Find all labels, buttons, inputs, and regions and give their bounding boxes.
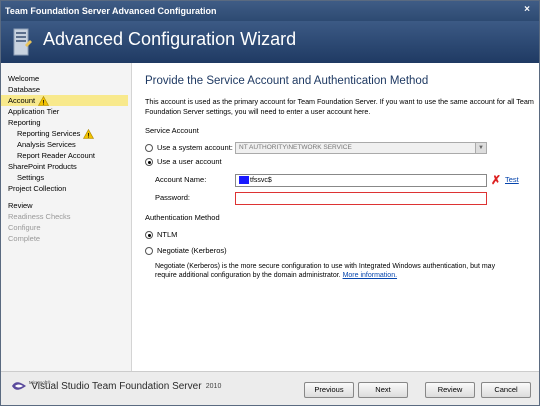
nav-item-label: Analysis Services xyxy=(17,140,76,149)
chevron-down-icon[interactable]: ▼ xyxy=(475,143,486,153)
nav-item-configure: Configure xyxy=(1,222,131,233)
kerberos-note-text: Negotiate (Kerberos) is the more secure … xyxy=(155,263,496,279)
nav-item-reporting-services[interactable]: Reporting Services! xyxy=(1,128,131,139)
more-information-link[interactable]: More information. xyxy=(343,272,397,279)
nav-item-sharepoint-products[interactable]: SharePoint Products xyxy=(1,161,131,172)
nav-item-review[interactable]: Review xyxy=(1,200,131,211)
nav-item-label: Account xyxy=(8,96,36,105)
nav-item-label: Complete xyxy=(8,234,41,243)
wizard-title: Advanced Configuration Wizard xyxy=(43,29,297,49)
ntlm-label: NTLM xyxy=(157,230,178,239)
nav-item-application-tier[interactable]: Application Tier xyxy=(1,106,131,117)
warning-icon: ! xyxy=(38,96,50,106)
password-field[interactable] xyxy=(235,192,487,205)
account-name-field[interactable]: tfssvc$ xyxy=(235,174,487,187)
account-name-row: Account Name: tfssvc$ ✗ Test xyxy=(145,173,527,187)
system-account-row: Use a system account: NT AUTHORITY\NETWO… xyxy=(145,141,527,155)
nav-item-reporting[interactable]: Reporting xyxy=(1,117,131,128)
system-account-value: NT AUTHORITY\NETWORK SERVICE xyxy=(239,144,352,151)
window-title: Team Foundation Server Advanced Configur… xyxy=(5,6,217,16)
warning-icon: ! xyxy=(83,129,95,139)
nav-item-database[interactable]: Database xyxy=(1,84,131,95)
wizard-window: Team Foundation Server Advanced Configur… xyxy=(0,0,540,406)
account-name-label: Account Name: xyxy=(155,175,207,184)
nav-item-label: Application Tier xyxy=(8,107,60,116)
password-label: Password: xyxy=(155,193,191,202)
nav-item-label: Settings xyxy=(17,173,45,182)
page-heading: Provide the Service Account and Authenti… xyxy=(145,75,429,87)
test-link[interactable]: Test xyxy=(505,173,519,187)
visual-studio-icon xyxy=(12,382,26,390)
logo-microsoft-text: Microsoft® xyxy=(29,380,51,385)
wizard-footer: Microsoft® Visual Studio Team Foundation… xyxy=(1,371,539,405)
nav-item-label: SharePoint Products xyxy=(8,162,77,171)
system-account-select[interactable]: NT AUTHORITY\NETWORK SERVICE ▼ xyxy=(235,142,487,154)
kerberos-row: Negotiate (Kerberos) xyxy=(145,244,527,258)
user-account-label: Use a user account xyxy=(157,157,222,166)
logo-product-text: Visual Studio Team Foundation Server xyxy=(31,380,202,392)
nav-item-label: Project Collection xyxy=(8,184,67,193)
system-account-radio[interactable] xyxy=(145,144,153,153)
nav-item-label: Welcome xyxy=(8,74,40,83)
server-wizard-icon xyxy=(13,28,32,56)
nav-item-label: Database xyxy=(8,85,41,94)
review-button[interactable]: Review xyxy=(425,382,475,398)
title-bar: Team Foundation Server Advanced Configur… xyxy=(1,1,539,21)
cancel-button[interactable]: Cancel xyxy=(481,382,531,398)
nav-item-complete: Complete xyxy=(1,233,131,244)
nav-item-welcome[interactable]: Welcome xyxy=(1,73,131,84)
close-icon[interactable]: × xyxy=(521,4,533,16)
nav-item-readiness-checks: Readiness Checks xyxy=(1,211,131,222)
nav-item-label: Configure xyxy=(8,223,41,232)
nav-item-label: Review xyxy=(8,201,33,210)
kerberos-label: Negotiate (Kerberos) xyxy=(157,246,227,255)
kerberos-note: Negotiate (Kerberos) is the more secure … xyxy=(155,262,515,280)
service-account-label: Service Account xyxy=(145,126,199,135)
nav-item-settings[interactable]: Settings xyxy=(1,172,131,183)
user-account-radio[interactable] xyxy=(145,158,153,167)
logo-year-text: 2010 xyxy=(205,382,222,390)
redacted-block xyxy=(239,176,249,185)
vs-logo: Microsoft® Visual Studio Team Foundation… xyxy=(11,380,221,398)
nav-item-report-reader-account[interactable]: Report Reader Account xyxy=(1,150,131,161)
user-account-row: Use a user account xyxy=(145,155,527,169)
kerberos-radio[interactable] xyxy=(145,247,153,256)
password-row: Password: xyxy=(145,191,527,205)
nav-item-label: Reporting xyxy=(8,118,41,127)
wizard-nav: Welcome Database Account! Application Tier R… xyxy=(1,63,132,371)
nav-item-account[interactable]: Account! xyxy=(1,95,128,106)
system-account-label: Use a system account: xyxy=(157,143,233,152)
invalid-x-icon: ✗ xyxy=(491,173,502,187)
page-description: This account is used as the primary acco… xyxy=(145,97,534,116)
account-name-value: tfssvc$ xyxy=(250,177,272,184)
nav-item-analysis-services[interactable]: Analysis Services xyxy=(1,139,131,150)
main-panel: Provide the Service Account and Authenti… xyxy=(133,63,539,371)
ntlm-radio[interactable] xyxy=(145,231,153,240)
wizard-banner: Advanced Configuration Wizard xyxy=(1,21,539,63)
previous-button[interactable]: Previous xyxy=(304,382,354,398)
nav-item-project-collection[interactable]: Project Collection xyxy=(1,183,131,194)
nav-item-label: Report Reader Account xyxy=(17,151,95,160)
ntlm-row: NTLM xyxy=(145,228,527,242)
nav-item-label: Readiness Checks xyxy=(8,212,71,221)
next-button[interactable]: Next xyxy=(358,382,408,398)
nav-item-label: Reporting Services xyxy=(17,129,81,138)
auth-method-label: Authentication Method xyxy=(145,213,220,222)
